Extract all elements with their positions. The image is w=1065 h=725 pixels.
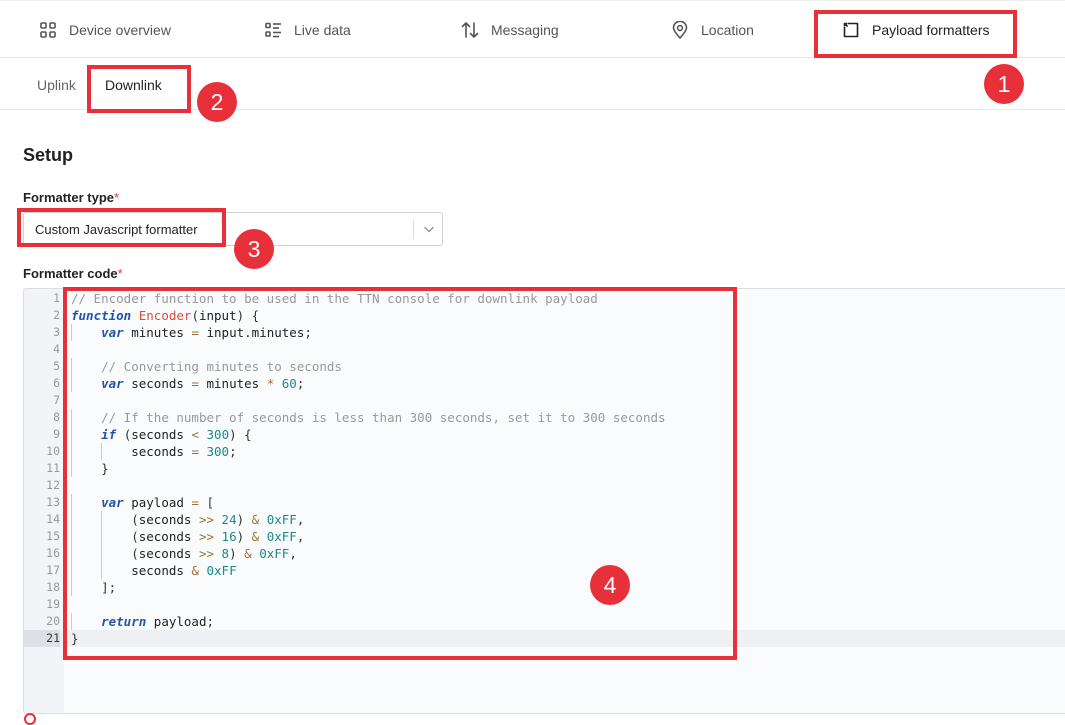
tab-label: Live data	[294, 22, 351, 38]
list-icon	[263, 20, 283, 40]
line-number: 14	[46, 512, 60, 526]
formatter-type-label: Formatter type*	[23, 190, 119, 205]
annotation-badge-4: 4	[590, 565, 630, 605]
formatter-code-label: Formatter code*	[23, 266, 123, 281]
formatter-code-label-text: Formatter code	[23, 266, 118, 281]
select-divider	[413, 219, 414, 239]
line-number: 11	[46, 461, 60, 475]
line-number: 8	[53, 410, 60, 424]
line-number: 2	[53, 308, 60, 322]
annotation-badge-2: 2	[197, 82, 237, 122]
chevron-down-icon[interactable]	[422, 222, 436, 236]
line-number: 10	[46, 444, 60, 458]
annotation-box-4	[63, 287, 737, 660]
line-number: 4	[53, 342, 60, 356]
formatter-type-label-text: Formatter type	[23, 190, 115, 205]
tab-device-overview[interactable]: Device overview	[38, 1, 171, 59]
location-pin-icon	[670, 20, 690, 40]
required-mark: *	[114, 190, 120, 205]
annotation-badge-3: 3	[234, 229, 274, 269]
annotation-box-3	[17, 208, 226, 247]
line-number: 6	[53, 376, 60, 390]
tab-label: Messaging	[491, 22, 559, 38]
line-number: 17	[46, 563, 60, 577]
line-number: 20	[46, 614, 60, 628]
tab-label: Device overview	[69, 22, 171, 38]
annotation-box-2	[87, 65, 191, 113]
setup-heading: Setup	[23, 145, 74, 165]
tab-messaging[interactable]: Messaging	[460, 1, 559, 59]
line-number: 18	[46, 580, 60, 594]
line-number: 19	[46, 597, 60, 611]
error-indicator-icon	[24, 713, 36, 725]
line-number: 12	[46, 478, 60, 492]
line-number: 3	[53, 325, 60, 339]
annotation-box-1	[814, 10, 1017, 58]
line-number: 21	[24, 630, 60, 647]
subtab-uplink[interactable]: Uplink	[37, 77, 76, 93]
tab-label: Location	[701, 22, 754, 38]
updown-arrows-icon	[460, 20, 480, 40]
line-number: 9	[53, 427, 60, 441]
line-number: 5	[53, 359, 60, 373]
tab-live-data[interactable]: Live data	[263, 1, 351, 59]
tab-location[interactable]: Location	[670, 1, 754, 59]
annotation-badge-1: 1	[984, 64, 1024, 104]
line-number: 13	[46, 495, 60, 509]
required-mark: *	[117, 266, 123, 281]
line-number: 1	[53, 291, 60, 305]
line-number: 15	[46, 529, 60, 543]
line-number: 7	[53, 393, 60, 407]
grid-icon	[38, 20, 58, 40]
line-number: 16	[46, 546, 60, 560]
